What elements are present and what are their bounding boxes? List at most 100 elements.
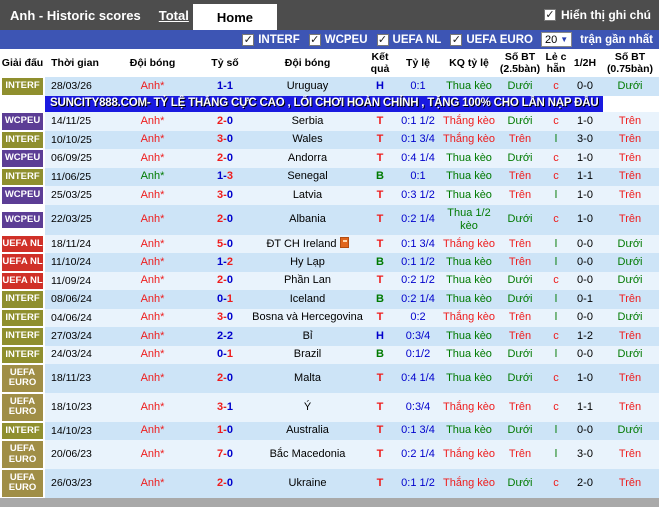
away-goals: 0 bbox=[226, 371, 233, 384]
page-title: Anh - Historic scores bbox=[10, 7, 141, 23]
header-odd-even: Lẻ c hẵn bbox=[543, 49, 569, 78]
odds-value: 0:2 1/2 bbox=[395, 271, 441, 291]
header-away-team: Đội bóng bbox=[250, 49, 365, 78]
odds-result: Thua kèo bbox=[441, 149, 497, 168]
table-row: INTERF 11/06/25 Anh* 1-3 Senegal B 0:1 Thua kèo… bbox=[0, 167, 659, 187]
away-team: ĐT CH Ireland bbox=[250, 234, 365, 254]
league-filter-wcpeu[interactable]: ✓ WCPEU bbox=[308, 33, 368, 46]
league-badge: UEFA EURO bbox=[0, 469, 45, 498]
home-team: Anh* bbox=[105, 363, 200, 393]
over-under-075: Dưới bbox=[601, 77, 659, 96]
match-date: 11/06/25 bbox=[45, 167, 105, 187]
recent-count-select[interactable]: 20 ▼ bbox=[540, 32, 573, 47]
away-goals: 1 bbox=[226, 292, 233, 305]
checkbox-check-icon[interactable]: ✓ bbox=[376, 33, 389, 46]
over-under-075: Trên bbox=[601, 327, 659, 346]
away-team: Wales bbox=[250, 130, 365, 150]
home-goals: 0- bbox=[217, 348, 227, 361]
table-row: INTERF 24/03/24 Anh* 0-1 Brazil B 0:1/2 Thua kè… bbox=[0, 345, 659, 364]
show-notes-toggle[interactable]: ✓ Hiển thị ghi chú bbox=[544, 8, 651, 22]
home-team: Anh* bbox=[105, 421, 200, 441]
away-goals: 0 bbox=[226, 114, 233, 127]
note-icon bbox=[339, 237, 349, 249]
score: 2-0 bbox=[200, 271, 250, 291]
home-team: Anh* bbox=[105, 149, 200, 168]
ad-banner[interactable]: SUNCITY888.COM- TỶ LỆ THẮNG CỰC CAO , LỐ… bbox=[45, 95, 604, 113]
league-badge: UEFA EURO bbox=[0, 363, 45, 393]
match-date: 06/09/25 bbox=[45, 149, 105, 168]
ad-banner-row: SUNCITY888.COM- TỶ LỆ THẮNG CỰC CAO , LỐ… bbox=[0, 95, 659, 113]
league-filter-label: UEFA EURO bbox=[466, 33, 533, 46]
away-goals: 0 bbox=[226, 448, 233, 461]
table-row: UEFA NL 18/11/24 Anh* 5-0 ĐT CH Ireland T 0:1 … bbox=[0, 234, 659, 254]
checkbox-check-icon[interactable]: ✓ bbox=[242, 33, 255, 46]
result-letter: T bbox=[365, 204, 395, 235]
half-time-score: 1-0 bbox=[569, 363, 601, 393]
odds-result: Thắng kèo bbox=[441, 130, 497, 150]
result-letter: T bbox=[365, 392, 395, 422]
odd-even-flag: l bbox=[543, 130, 569, 150]
score: 5-0 bbox=[200, 234, 250, 254]
home-goals: 2- bbox=[217, 371, 227, 384]
over-under-075: Trên bbox=[601, 167, 659, 187]
match-date: 22/03/25 bbox=[45, 204, 105, 235]
away-goals: 2 bbox=[226, 329, 233, 342]
table-row: WCPEU 25/03/25 Anh* 3-0 Latvia T 0:3 1/2 Thua k… bbox=[0, 186, 659, 205]
score: 7-0 bbox=[200, 440, 250, 470]
tab-total[interactable]: Total bbox=[159, 8, 189, 23]
match-date: 20/06/23 bbox=[45, 440, 105, 470]
odd-even-flag: l bbox=[543, 253, 569, 272]
odds-value: 0:1 bbox=[395, 167, 441, 187]
away-team: Australia bbox=[250, 421, 365, 441]
tab-home[interactable]: Home bbox=[192, 4, 277, 30]
home-team: Anh* bbox=[105, 204, 200, 235]
half-time-score: 2-0 bbox=[569, 469, 601, 498]
away-goals: 1 bbox=[226, 79, 233, 92]
home-team: Anh* bbox=[105, 469, 200, 498]
league-badge-label: WCPEU bbox=[2, 150, 43, 167]
odds-value: 0:1 bbox=[395, 77, 441, 96]
home-goals: 2- bbox=[217, 329, 227, 342]
home-team: Anh* bbox=[105, 234, 200, 254]
score: 2-0 bbox=[200, 204, 250, 235]
home-goals: 1- bbox=[217, 170, 227, 183]
odd-even-flag: c bbox=[543, 167, 569, 187]
half-time-score: 3-0 bbox=[569, 440, 601, 470]
odd-even-flag: l bbox=[543, 290, 569, 309]
table-row: WCPEU 22/03/25 Anh* 2-0 Albania T 0:2 1/4 Thua … bbox=[0, 204, 659, 235]
home-goals: 2- bbox=[217, 274, 227, 287]
over-under-25: Trên bbox=[497, 327, 543, 346]
home-team: Anh* bbox=[105, 253, 200, 272]
over-under-075: Dưới bbox=[601, 253, 659, 272]
header-goals-25: Số BT (2.5bàn) bbox=[497, 49, 543, 78]
over-under-075: Trên bbox=[601, 112, 659, 131]
checkbox-check-icon[interactable]: ✓ bbox=[544, 9, 556, 21]
score: 1-0 bbox=[200, 421, 250, 441]
checkbox-check-icon[interactable]: ✓ bbox=[450, 33, 463, 46]
home-goals: 2- bbox=[217, 213, 227, 226]
away-team: Hy Lạp bbox=[250, 253, 365, 272]
odd-even-flag: c bbox=[543, 469, 569, 498]
league-filter-uefa-nl[interactable]: ✓ UEFA NL bbox=[376, 33, 441, 46]
league-badge-label: INTERF bbox=[2, 78, 43, 95]
over-under-075: Trên bbox=[601, 290, 659, 309]
over-under-25: Dưới bbox=[497, 112, 543, 131]
away-goals: 2 bbox=[226, 255, 233, 268]
result-letter: H bbox=[365, 327, 395, 346]
away-goals: 0 bbox=[226, 133, 233, 146]
over-under-075: Trên bbox=[601, 130, 659, 150]
result-letter: T bbox=[365, 469, 395, 498]
league-filter-interf[interactable]: ✓ INTERF bbox=[242, 33, 300, 46]
league-badge: UEFA EURO bbox=[0, 440, 45, 470]
league-badge: WCPEU bbox=[0, 204, 45, 235]
league-badge: UEFA NL bbox=[0, 271, 45, 291]
half-time-score: 0-0 bbox=[569, 77, 601, 96]
league-filter-label: WCPEU bbox=[324, 33, 368, 46]
checkbox-check-icon[interactable]: ✓ bbox=[308, 33, 321, 46]
header-odds: Tỷ lệ bbox=[395, 49, 441, 78]
league-filter-uefa-euro[interactable]: ✓ UEFA EURO bbox=[450, 33, 533, 46]
over-under-25: Trên bbox=[497, 167, 543, 187]
away-team: Latvia bbox=[250, 186, 365, 205]
away-team: Albania bbox=[250, 204, 365, 235]
result-letter: T bbox=[365, 271, 395, 291]
